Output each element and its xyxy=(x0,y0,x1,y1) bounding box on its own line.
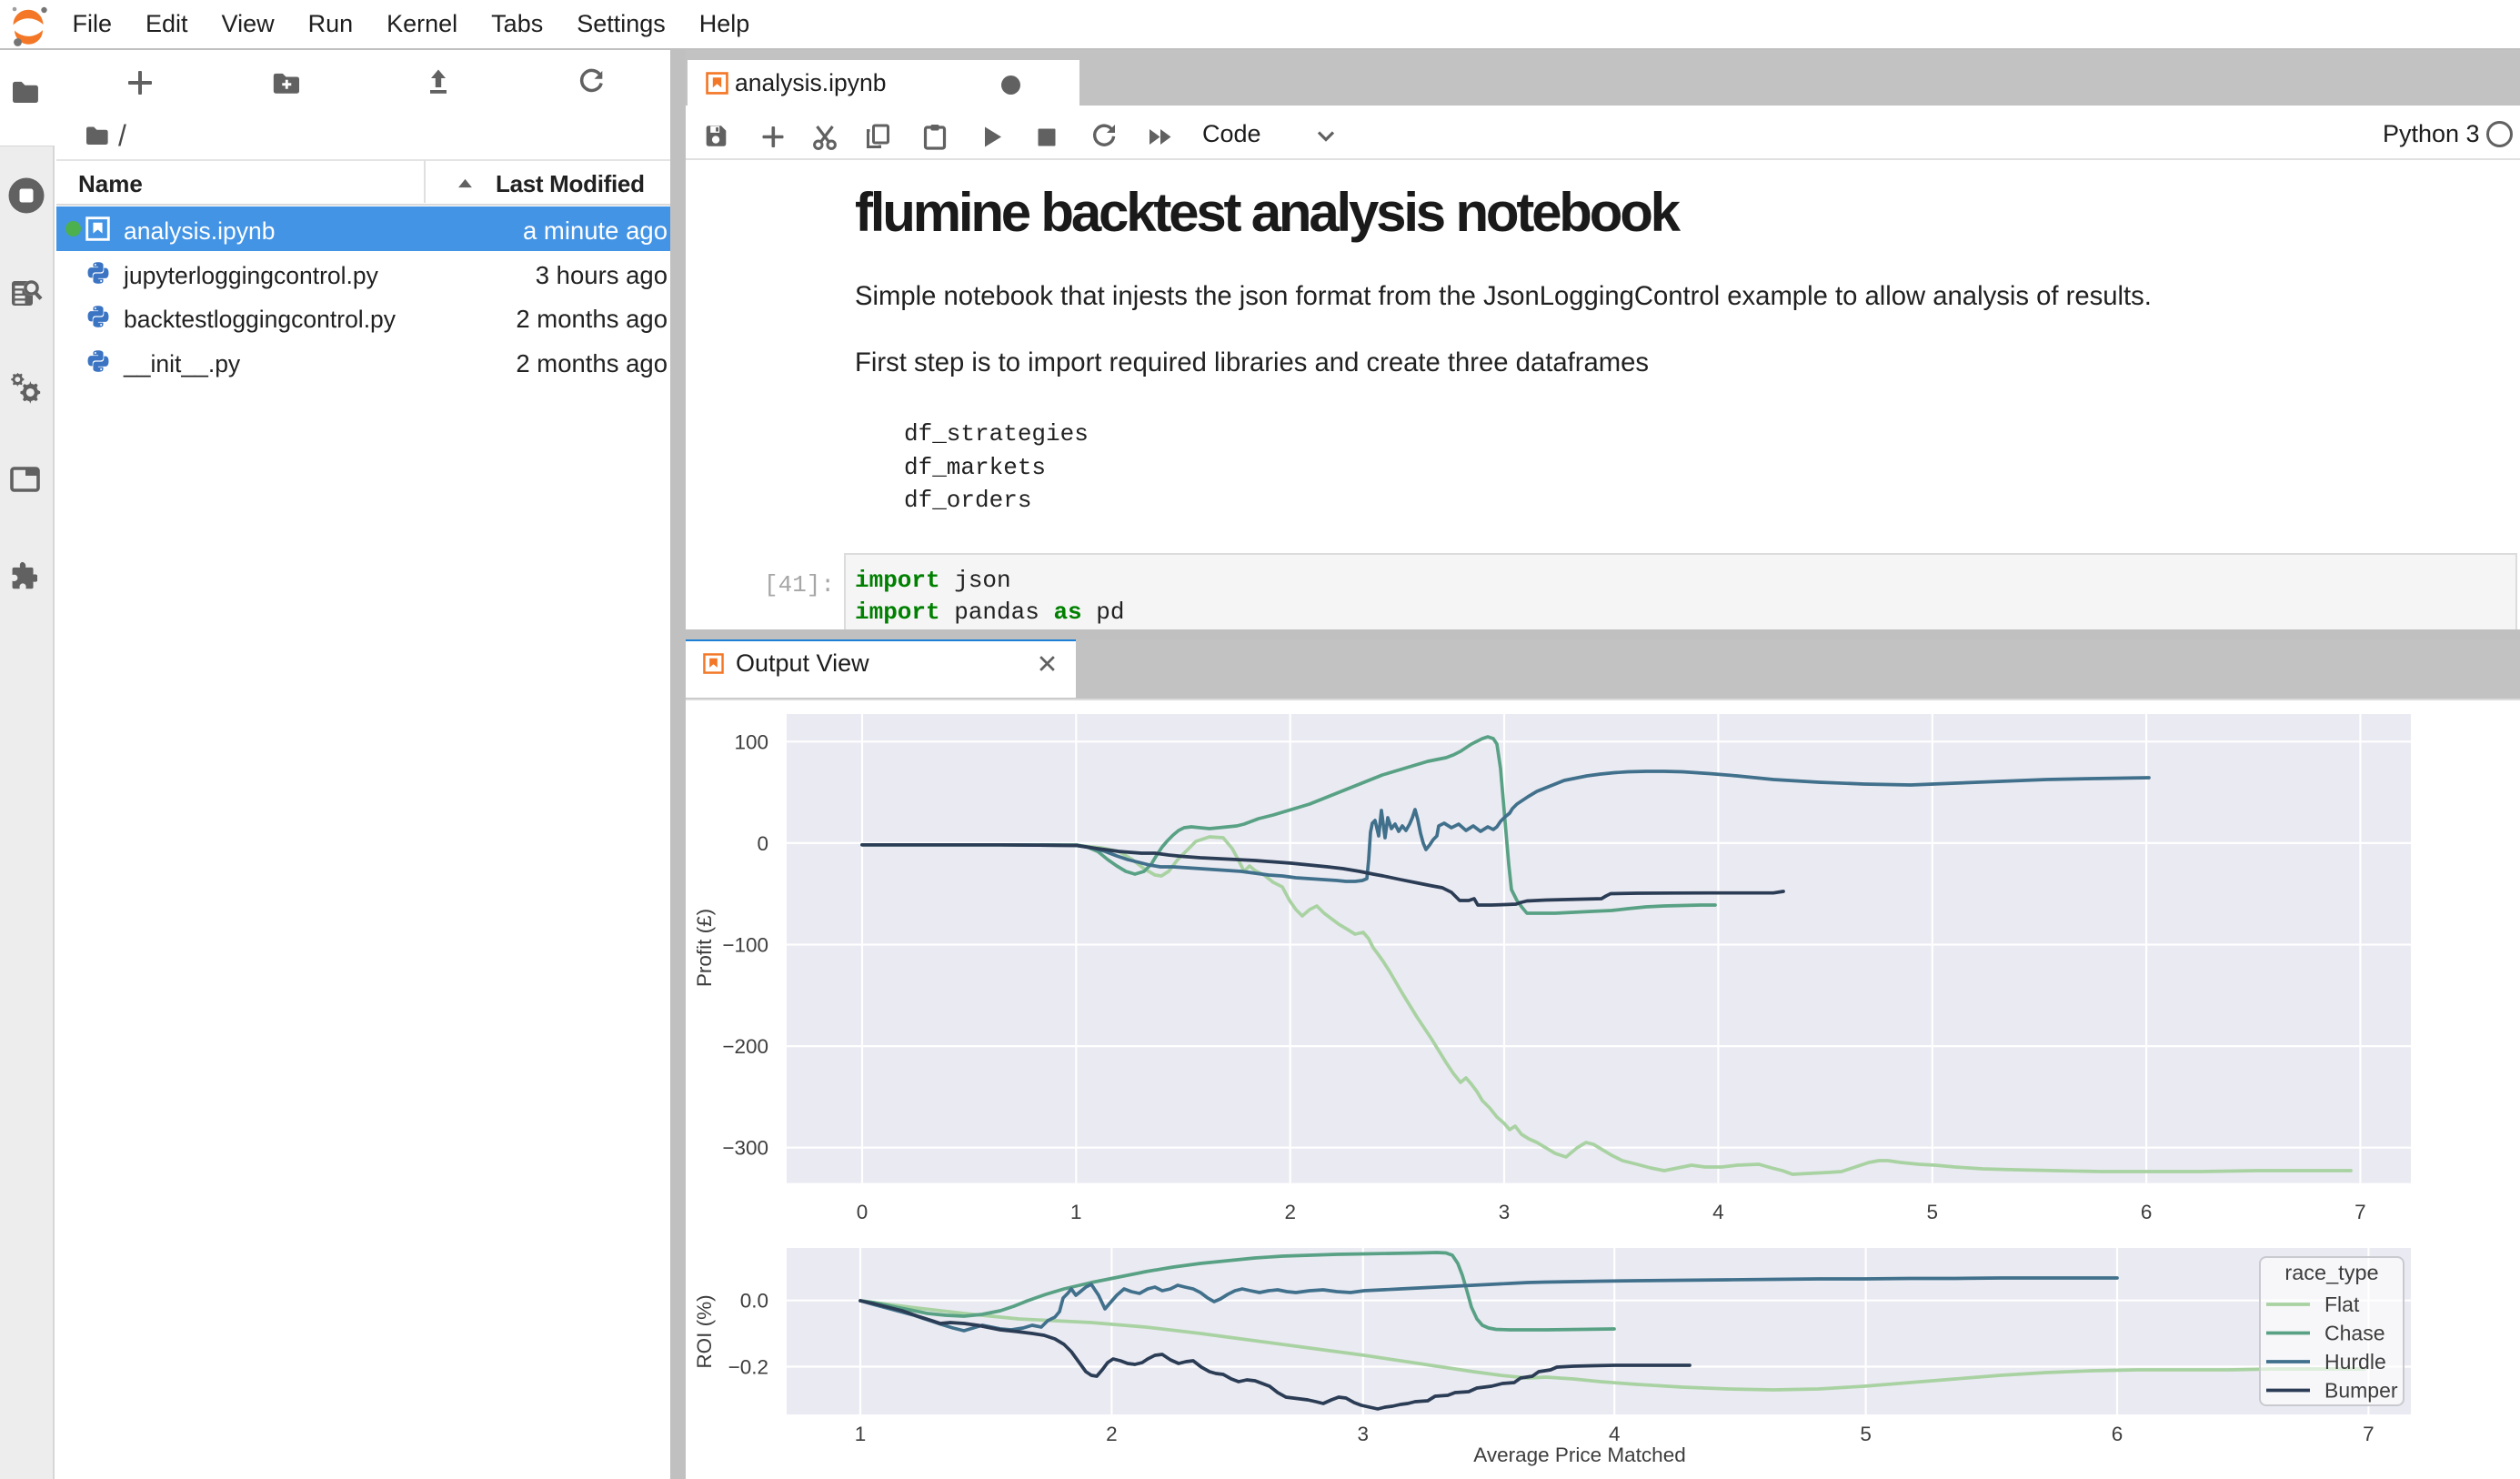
svg-text:5: 5 xyxy=(1927,1201,1939,1223)
svg-text:Hurdle: Hurdle xyxy=(2324,1350,2386,1373)
svg-text:5: 5 xyxy=(1860,1423,1872,1445)
svg-text:−300: −300 xyxy=(722,1137,768,1160)
svg-text:0: 0 xyxy=(857,1201,868,1223)
svg-text:Flat: Flat xyxy=(2324,1293,2360,1316)
svg-text:6: 6 xyxy=(2141,1201,2153,1223)
svg-text:Chase: Chase xyxy=(2324,1322,2384,1345)
svg-text:−0.2: −0.2 xyxy=(728,1356,768,1379)
svg-text:2: 2 xyxy=(1106,1423,1118,1445)
svg-text:7: 7 xyxy=(2363,1423,2374,1445)
svg-text:7: 7 xyxy=(2354,1201,2366,1223)
svg-text:−200: −200 xyxy=(722,1035,768,1058)
svg-text:1: 1 xyxy=(855,1423,867,1445)
svg-text:Bumper: Bumper xyxy=(2324,1379,2398,1403)
svg-text:0.0: 0.0 xyxy=(740,1290,768,1313)
svg-text:Average Price Matched: Average Price Matched xyxy=(1473,1444,1685,1466)
svg-text:2: 2 xyxy=(1284,1201,1296,1223)
svg-text:0: 0 xyxy=(757,832,768,855)
svg-text:race_type: race_type xyxy=(2284,1261,2378,1284)
svg-text:1: 1 xyxy=(1070,1201,1082,1223)
svg-text:ROI (%): ROI (%) xyxy=(693,1294,716,1368)
svg-text:3: 3 xyxy=(1358,1423,1370,1445)
svg-text:4: 4 xyxy=(1609,1423,1621,1445)
svg-text:6: 6 xyxy=(2112,1423,2123,1445)
svg-text:3: 3 xyxy=(1499,1201,1511,1223)
svg-text:100: 100 xyxy=(734,730,768,753)
svg-text:4: 4 xyxy=(1712,1201,1724,1223)
svg-text:−100: −100 xyxy=(722,934,768,957)
svg-text:Profit (£): Profit (£) xyxy=(693,909,716,987)
